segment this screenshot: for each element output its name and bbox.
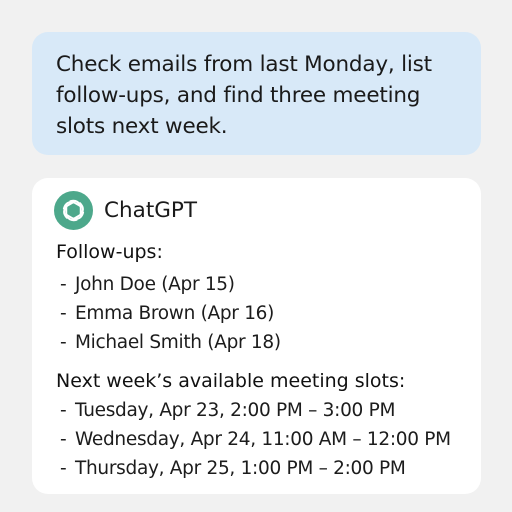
user-message-bubble: Check emails from last Monday, list foll…: [32, 32, 481, 155]
list-item: - Michael Smith (Apr 18): [60, 332, 281, 353]
list-item: - Thursday, Apr 25, 1:00 PM – 2:00 PM: [60, 458, 406, 479]
followups-list: - John Doe (Apr 15) - Emma Brown (Apr 16) …: [60, 270, 281, 357]
list-item: - Emma Brown (Apr 16): [60, 303, 275, 324]
followups-heading: Follow-ups:: [56, 241, 163, 263]
list-item: - Tuesday, Apr 23, 2:00 PM – 3:00 PM: [60, 400, 396, 421]
list-item: - Wednesday, Apr 24, 11:00 AM – 12:00 PM: [60, 429, 451, 450]
meeting-slots-list: - Tuesday, Apr 23, 2:00 PM – 3:00 PM - Wed…: [60, 396, 451, 483]
list-item: - John Doe (Apr 15): [60, 274, 235, 295]
user-message-text: Check emails from last Monday, list foll…: [56, 52, 432, 139]
assistant-header: ChatGPT: [54, 190, 197, 230]
assistant-message-card: ChatGPT Follow-ups: - John Doe (Apr 15) -…: [32, 178, 481, 494]
assistant-name: ChatGPT: [104, 197, 198, 223]
openai-knot-icon: [54, 190, 93, 230]
meeting-slots-heading: Next week’s available meeting slots:: [56, 370, 406, 392]
